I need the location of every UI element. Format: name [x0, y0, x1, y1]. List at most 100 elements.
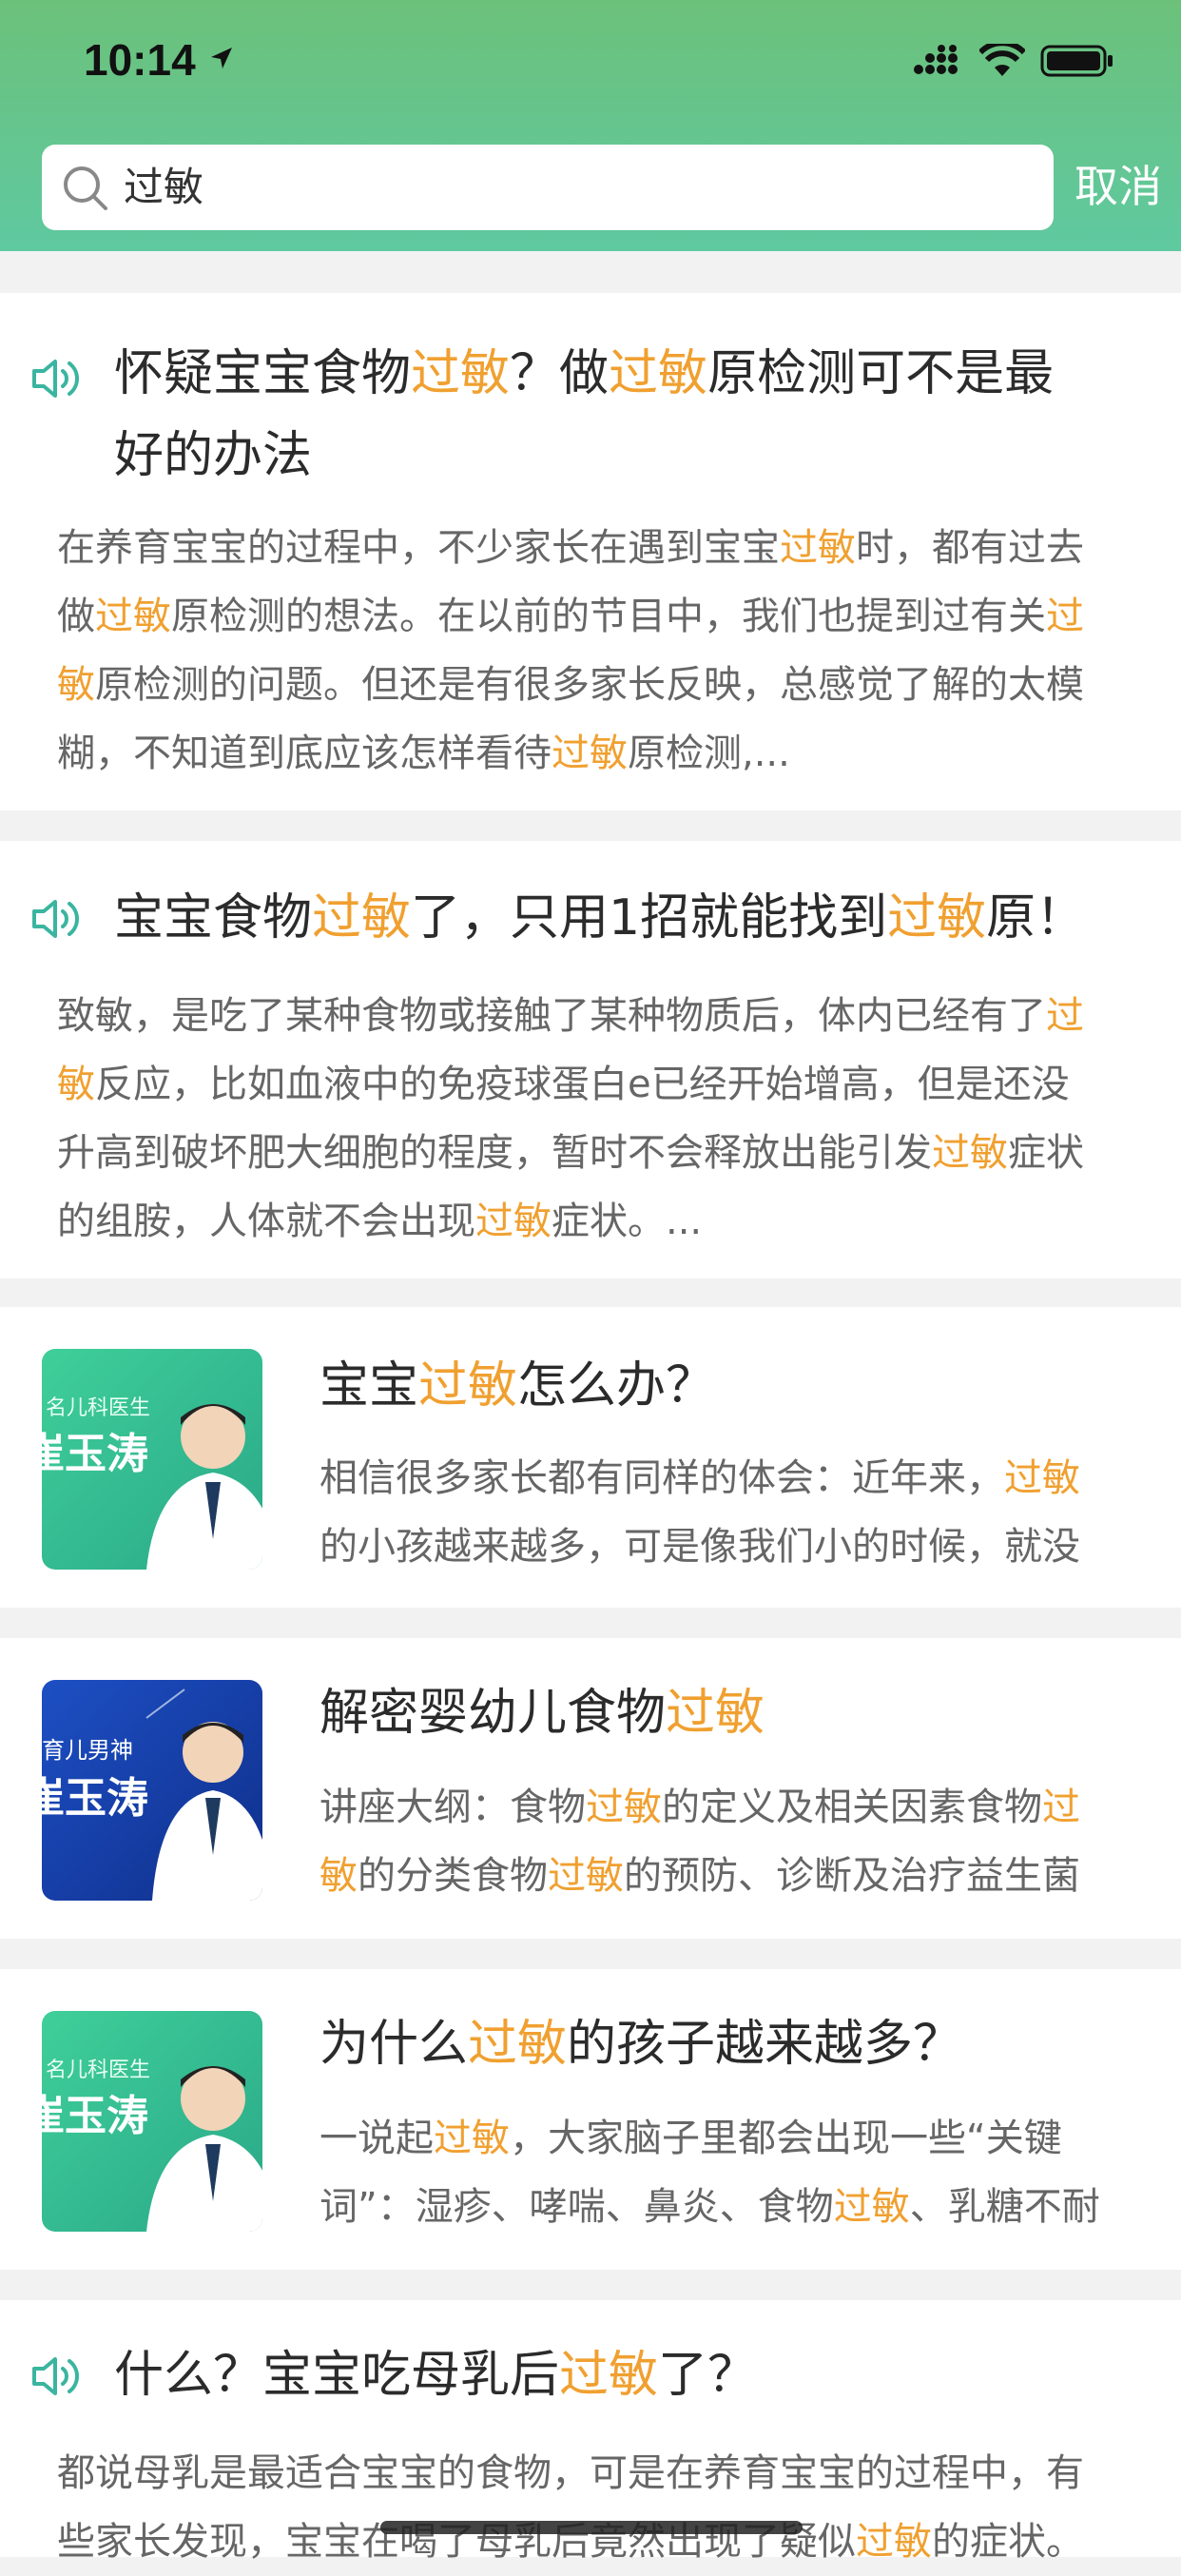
- title-text: 的孩子越来越多？: [567, 2016, 963, 2073]
- desc-line: 升高到破坏肥大细胞的程度，暂时不会释放出能引发过敏症状: [57, 1119, 1151, 1187]
- desc-highlight: 过敏: [95, 595, 171, 638]
- desc-line: 讲座大纲：食物过敏的定义及相关因素食物过: [319, 1773, 1156, 1842]
- lecture-thumbnail: 名儿科医生 崔玉涛: [42, 1349, 262, 1570]
- wifi-icon: [979, 44, 1025, 76]
- desc-highlight: 过: [1046, 994, 1084, 1038]
- thumb-caption: 名儿科医生: [46, 2059, 151, 2082]
- title-text: 宝宝: [319, 1357, 419, 1415]
- search-input[interactable]: 过敏: [42, 145, 1054, 230]
- list-item[interactable]: 什么？宝宝吃母乳后过敏了？ 都说母乳是最适合宝宝的食物，可是在养育宝宝的过程中，…: [0, 2300, 1181, 2564]
- thumb-caption: 名儿科医生: [46, 1396, 151, 1420]
- desc-line: 糊，不知道到底应该怎样看待过敏原检测,...: [57, 719, 1151, 788]
- speaker-icon: [32, 900, 79, 938]
- title-highlight: 过敏: [666, 1685, 765, 1742]
- desc-text: 一说起: [319, 2117, 434, 2160]
- thumb-name: 崔玉涛: [42, 1774, 148, 1823]
- desc-text: 原检测的想法。在以前的节目中，我们也提到过有关: [171, 595, 1046, 638]
- result-title: 什么？宝宝吃母乳后过敏了？: [114, 2334, 1160, 2416]
- header-bar: 10:14 过敏 取消: [0, 0, 1181, 251]
- result-title: 宝宝过敏怎么办？: [319, 1345, 1156, 1427]
- result-description: 讲座大纲：食物过敏的定义及相关因素食物过 敏的分类食物过敏的预防、诊断及治疗益生…: [319, 1773, 1156, 1910]
- result-title: 为什么过敏的孩子越来越多？: [319, 2003, 1156, 2085]
- desc-text: 症状: [1008, 1131, 1084, 1175]
- desc-text: 原检测,...: [628, 732, 790, 775]
- lecture-thumbnail: 名儿科医生 崔玉涛: [42, 2011, 262, 2232]
- title-highlight: 过敏: [887, 889, 987, 946]
- list-item[interactable]: 宝宝食物过敏了，只用1招就能找到过敏原！ 致敏，是吃了某种食物或接触了某种物质后…: [0, 841, 1181, 1278]
- thumb-name: 崔玉涛: [42, 1430, 148, 1478]
- desc-line: 敏原检测的问题。但还是有很多家长反映，总感觉了解的太模: [57, 651, 1151, 719]
- cancel-button[interactable]: 取消: [1075, 156, 1162, 217]
- desc-text: 词”：湿疹、哮喘、鼻炎、食物: [319, 2185, 834, 2229]
- list-item[interactable]: 名儿科医生 崔玉涛 宝宝过敏怎么办？ 相信很多家长都有同样的体会：近年来，过敏 …: [0, 1307, 1181, 1608]
- result-description: 都说母乳是最适合宝宝的食物，可是在养育宝宝的过程中，有 些家长发现，宝宝在喝了母…: [57, 2439, 1151, 2576]
- title-text: 好的办法: [114, 427, 313, 484]
- desc-text: ，大家脑子里都会出现一些“关键: [510, 2117, 1062, 2160]
- title-text: 为什么: [319, 2016, 469, 2073]
- title-text: 宝宝食物: [114, 889, 313, 946]
- desc-highlight: 过敏: [586, 1786, 662, 1829]
- list-item[interactable]: 育儿男神 崔玉涛 解密婴幼儿食物过敏 讲座大纲：食物过敏的定义及相关因素食物过 …: [0, 1638, 1181, 1939]
- desc-highlight: 过敏: [475, 1200, 552, 1243]
- desc-line: 致敏，是吃了某种食物或接触了某种物质后，体内已经有了过: [57, 982, 1151, 1050]
- desc-highlight: 过: [1042, 1786, 1080, 1829]
- home-indicator[interactable]: [380, 2521, 803, 2534]
- desc-line: 敏反应，比如血液中的免疫球蛋白e已经开始增高，但是还没: [57, 1050, 1151, 1119]
- desc-highlight: 敏: [57, 663, 95, 707]
- desc-text: 的预防、诊断及治疗益生菌: [624, 1854, 1080, 1898]
- desc-line: 的小孩越来越多，可是像我们小的时候，就没: [319, 1512, 1156, 1581]
- search-icon: [64, 166, 107, 210]
- result-description: 在养育宝宝的过程中，不少家长在遇到宝宝过敏时，都有过去 做过敏原检测的想法。在以…: [57, 514, 1151, 788]
- status-time: 10:14: [84, 35, 196, 85]
- list-item[interactable]: 怀疑宝宝食物过敏？做过敏原检测可不是最 好的办法 在养育宝宝的过程中，不少家长在…: [0, 293, 1181, 810]
- title-text: 了，只用1招就能找到: [411, 889, 888, 946]
- desc-line: 词”：湿疹、哮喘、鼻炎、食物过敏、乳糖不耐: [319, 2173, 1156, 2241]
- desc-line: 的组胺，人体就不会出现过敏症状。...: [57, 1187, 1151, 1256]
- desc-text: 做: [57, 595, 95, 638]
- desc-highlight: 过敏: [434, 2117, 510, 2160]
- title-highlight: 过敏: [411, 345, 511, 402]
- status-icons: [913, 42, 1114, 80]
- desc-line: 敏的分类食物过敏的预防、诊断及治疗益生菌: [319, 1842, 1156, 1910]
- desc-highlight: 过敏: [780, 526, 856, 570]
- title-text: 了？: [658, 2347, 758, 2404]
- result-description: 一说起过敏，大家脑子里都会出现一些“关键 词”：湿疹、哮喘、鼻炎、食物过敏、乳糖…: [319, 2104, 1156, 2241]
- desc-text: 反应，比如血液中的免疫球蛋白e已经开始增高，但是还没: [95, 1063, 1070, 1106]
- desc-text: 的定义及相关因素食物: [662, 1786, 1042, 1829]
- desc-highlight: 过: [1046, 595, 1084, 638]
- list-item[interactable]: 名儿科医生 崔玉涛 为什么过敏的孩子越来越多？ 一说起过敏，大家脑子里都会出现一…: [0, 1969, 1181, 2270]
- desc-highlight: 过敏: [548, 1854, 624, 1898]
- title-text: 原！: [986, 889, 1086, 946]
- title-highlight: 过敏: [468, 2016, 568, 2073]
- desc-text: 症状。...: [552, 1200, 703, 1243]
- battery-icon: [1040, 45, 1113, 77]
- result-title: 怀疑宝宝食物过敏？做过敏原检测可不是最 好的办法: [114, 333, 1141, 497]
- title-text: 怀疑宝宝食物: [114, 345, 412, 402]
- speaker-icon: [32, 2357, 79, 2395]
- title-text: ？做: [510, 345, 610, 402]
- desc-line: 做过敏原检测的想法。在以前的节目中，我们也提到过有关过: [57, 582, 1151, 651]
- desc-text: 的分类食物: [358, 1854, 548, 1898]
- desc-highlight: 过敏: [856, 2520, 932, 2564]
- result-description: 相信很多家长都有同样的体会：近年来，过敏 的小孩越来越多，可是像我们小的时候，就…: [319, 1444, 1156, 1581]
- desc-line: 都说母乳是最适合宝宝的食物，可是在养育宝宝的过程中，有: [57, 2439, 1151, 2508]
- title-text: 解密婴幼儿食物: [319, 1685, 667, 1742]
- desc-text: 讲座大纲：食物: [319, 1786, 586, 1829]
- desc-line: 在养育宝宝的过程中，不少家长在遇到宝宝过敏时，都有过去: [57, 514, 1151, 582]
- desc-highlight: 敏: [319, 1854, 358, 1898]
- lecture-thumbnail: 育儿男神 崔玉涛: [42, 1680, 262, 1901]
- thumb-caption: 育儿男神: [42, 1737, 133, 1764]
- desc-text: 的组胺，人体就不会出现: [57, 1200, 475, 1243]
- desc-text: 、乳糖不耐: [909, 2185, 1100, 2229]
- desc-line: 些家长发现，宝宝在喝了母乳后竟然出现了疑似过敏的症状。: [57, 2508, 1151, 2576]
- desc-line: 一说起过敏，大家脑子里都会出现一些“关键: [319, 2104, 1156, 2173]
- desc-text: 时，都有过去: [856, 526, 1084, 570]
- title-highlight: 过敏: [312, 889, 412, 946]
- title-text: 怎么办？: [517, 1357, 716, 1415]
- desc-highlight: 过敏: [932, 1131, 1008, 1175]
- desc-highlight: 敏: [57, 1063, 95, 1106]
- search-query: 过敏: [124, 164, 204, 210]
- title-highlight: 过敏: [418, 1357, 518, 1415]
- title-text: 原检测可不是最: [707, 345, 1055, 402]
- result-title: 宝宝食物过敏了，只用1招就能找到过敏原！: [114, 877, 1160, 959]
